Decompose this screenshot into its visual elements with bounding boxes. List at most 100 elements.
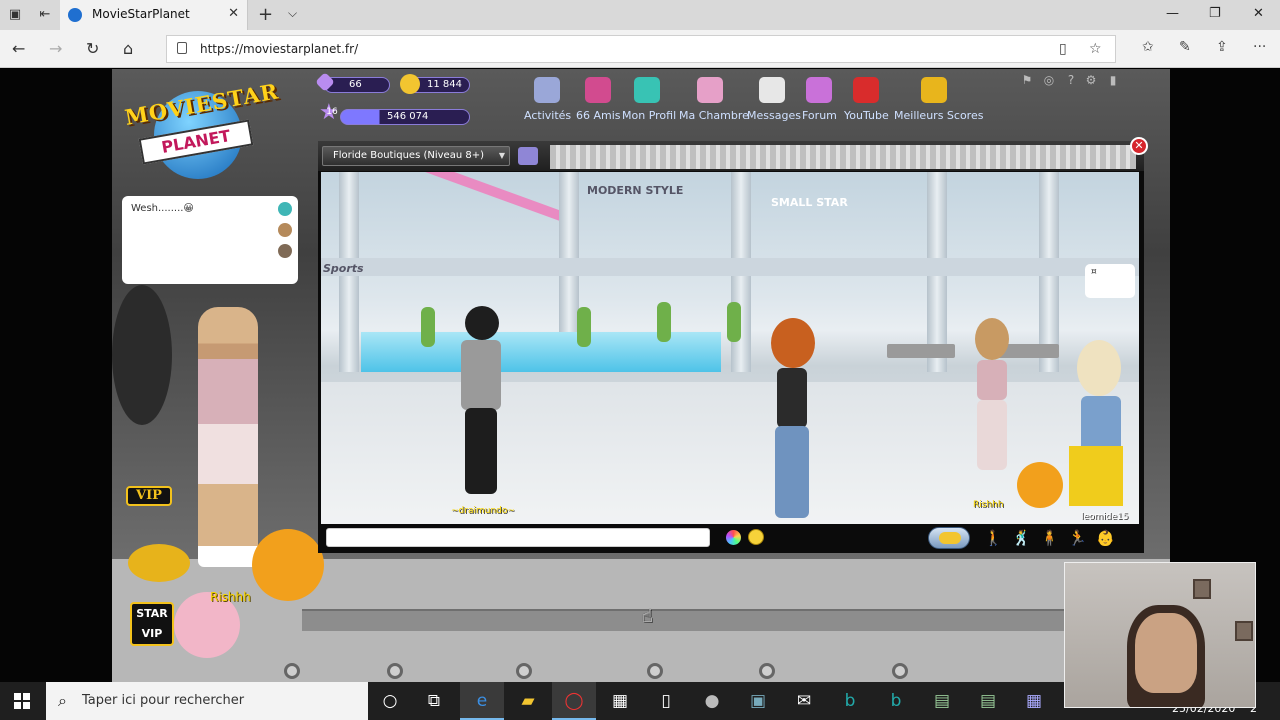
- character-rishhh[interactable]: Rishhh: [967, 318, 1017, 510]
- help-icon[interactable]: ?: [1064, 73, 1078, 87]
- lock-icon: [177, 42, 187, 54]
- home-icon[interactable]: ⌂: [123, 39, 133, 58]
- share-icon[interactable]: ⇪: [1216, 39, 1228, 55]
- room-scene[interactable]: MODERN STYLE SMALL STAR Sports ¤ ~draimu…: [321, 172, 1139, 524]
- friends-icon: [585, 77, 611, 103]
- fame-value: 546 074: [387, 111, 429, 122]
- fame-bar[interactable]: 546 074: [340, 109, 470, 125]
- pet-icon[interactable]: [278, 244, 292, 258]
- menu-item-messages[interactable]: Messages: [747, 77, 801, 122]
- search-placeholder: Taper ici pour rechercher: [82, 693, 245, 708]
- web-notes-icon[interactable]: ✎: [1179, 39, 1191, 55]
- hand-cursor-icon: ☝: [642, 606, 653, 627]
- character-leomide15[interactable]: leomide15: [1069, 340, 1131, 522]
- store-icon[interactable]: ▦: [598, 682, 642, 720]
- chat-bubble: Wesh........😀: [122, 196, 298, 284]
- menu-label: YouTube: [844, 109, 889, 122]
- game-canvas[interactable]: MOVIESTAR PLANET 66 11 844 546 074 ★ 16 …: [112, 69, 1170, 682]
- app-icon[interactable]: ▤: [920, 682, 964, 720]
- pose-animation-icon[interactable]: 🧍: [1040, 528, 1059, 548]
- youtube-icon: [853, 77, 879, 103]
- room-people-icon[interactable]: [518, 147, 538, 165]
- image-app-icon[interactable]: ▣: [736, 682, 780, 720]
- baby-animation-icon[interactable]: 👶: [1096, 528, 1115, 548]
- forward-icon[interactable]: →: [49, 39, 62, 58]
- chat-input[interactable]: [326, 528, 710, 547]
- room-window: Floride Boutiques (Niveau 8+) ▼ ✕ MODERN…: [318, 137, 1148, 553]
- mail-icon[interactable]: ✉: [782, 682, 826, 720]
- messages-icon: [759, 77, 785, 103]
- character-center[interactable]: [761, 318, 825, 518]
- menu-item-friends[interactable]: 66 Amis: [576, 77, 621, 122]
- bonster-pet[interactable]: [1017, 462, 1063, 508]
- color-wheel-icon[interactable]: [726, 530, 741, 545]
- avatar-icon[interactable]: [278, 223, 292, 237]
- new-tab-button[interactable]: +: [258, 4, 273, 25]
- minimize-button[interactable]: —: [1166, 6, 1179, 21]
- emote-icon[interactable]: [278, 202, 292, 216]
- star-vip-badge[interactable]: STAR VIP: [130, 602, 174, 646]
- tab-close-icon[interactable]: ✕: [228, 6, 239, 21]
- character-jacket: [461, 340, 501, 410]
- url-text: https://moviestarplanet.fr/: [200, 42, 359, 56]
- run-animation-icon[interactable]: 🏃: [1068, 528, 1087, 548]
- favorite-star-icon[interactable]: ☆: [1089, 41, 1102, 57]
- edge-icon[interactable]: e: [460, 682, 504, 720]
- menu-label: Mon Profil: [622, 109, 677, 122]
- opera-icon[interactable]: ◯: [552, 682, 596, 720]
- room-chat-bubble: ¤: [1085, 264, 1135, 298]
- fullscreen-icon[interactable]: ▮: [1106, 73, 1120, 87]
- player-avatar[interactable]: [198, 307, 258, 567]
- bing-icon[interactable]: b: [828, 682, 872, 720]
- bing-icon-2[interactable]: b: [874, 682, 918, 720]
- small-star-sign: SMALL STAR: [771, 196, 848, 209]
- settings-icon[interactable]: ⚙: [1084, 73, 1098, 87]
- menu-item-youtube[interactable]: YouTube: [844, 77, 889, 122]
- refresh-icon[interactable]: ↻: [86, 39, 99, 58]
- tab-menu-icon[interactable]: ⌵: [288, 6, 297, 21]
- close-window-button[interactable]: ✕: [1253, 6, 1264, 21]
- chat-bubble-text: Wesh........😀: [131, 203, 194, 214]
- set-tabs-aside-icon[interactable]: ⇤: [36, 6, 54, 24]
- recorder-icon[interactable]: ▦: [1012, 682, 1056, 720]
- tab-moviestarplanet[interactable]: MovieStarPlanet ✕: [60, 0, 248, 30]
- flag-icon[interactable]: ⚑: [1020, 73, 1034, 87]
- character-jeans: [775, 426, 809, 518]
- menu-item-room[interactable]: Ma Chambre: [679, 77, 749, 122]
- menu-item-trophy[interactable]: Meilleurs Scores: [894, 77, 983, 122]
- tab-actions-icon[interactable]: ▣: [6, 6, 24, 24]
- vip-badge[interactable]: VIP: [126, 486, 172, 506]
- app-icon-2[interactable]: ▤: [966, 682, 1010, 720]
- more-icon[interactable]: ···: [1253, 39, 1266, 55]
- camera-app-icon[interactable]: ●: [690, 682, 734, 720]
- character-nametag: leomide15: [1081, 512, 1129, 522]
- back-icon[interactable]: ←: [12, 39, 25, 58]
- url-input[interactable]: https://moviestarplanet.fr/ ▯ ☆: [166, 35, 1116, 63]
- give-coins-button[interactable]: [928, 527, 970, 549]
- coins-icon: [939, 532, 961, 544]
- smiley-icon[interactable]: [748, 529, 764, 545]
- taskbar-search[interactable]: ⌕ Taper ici pour rechercher: [46, 682, 368, 720]
- diamonds-counter[interactable]: 66: [324, 77, 390, 93]
- floor-rail: [302, 609, 1170, 631]
- favorites-hub-icon[interactable]: ✩: [1142, 39, 1154, 55]
- task-view-icon[interactable]: ⧉: [412, 682, 456, 720]
- menu-item-activities[interactable]: Activités: [524, 77, 571, 122]
- windows-start-icon[interactable]: [14, 693, 30, 709]
- room-close-button[interactable]: ✕: [1130, 137, 1148, 155]
- menu-item-forum[interactable]: Forum: [802, 77, 837, 122]
- moviestarplanet-logo[interactable]: MOVIESTAR PLANET: [123, 78, 281, 179]
- document-icon[interactable]: ▯: [644, 682, 688, 720]
- menu-item-profile[interactable]: Mon Profil: [622, 77, 677, 122]
- bonster-pet[interactable]: [252, 529, 324, 601]
- character-draimundo[interactable]: ~draimundo~: [451, 302, 515, 516]
- cortana-icon[interactable]: ○: [368, 682, 412, 720]
- room-select-dropdown[interactable]: Floride Boutiques (Niveau 8+) ▼: [322, 146, 510, 166]
- piggy-bank-icon[interactable]: [128, 544, 190, 582]
- stand-animation-icon[interactable]: 🚶: [984, 528, 1003, 548]
- reading-view-icon[interactable]: ▯: [1059, 41, 1067, 57]
- file-explorer-icon[interactable]: ▰: [506, 682, 550, 720]
- dance-animation-icon[interactable]: 🕺: [1012, 528, 1031, 548]
- target-icon[interactable]: ◎: [1042, 73, 1056, 87]
- maximize-button[interactable]: ❐: [1209, 6, 1221, 21]
